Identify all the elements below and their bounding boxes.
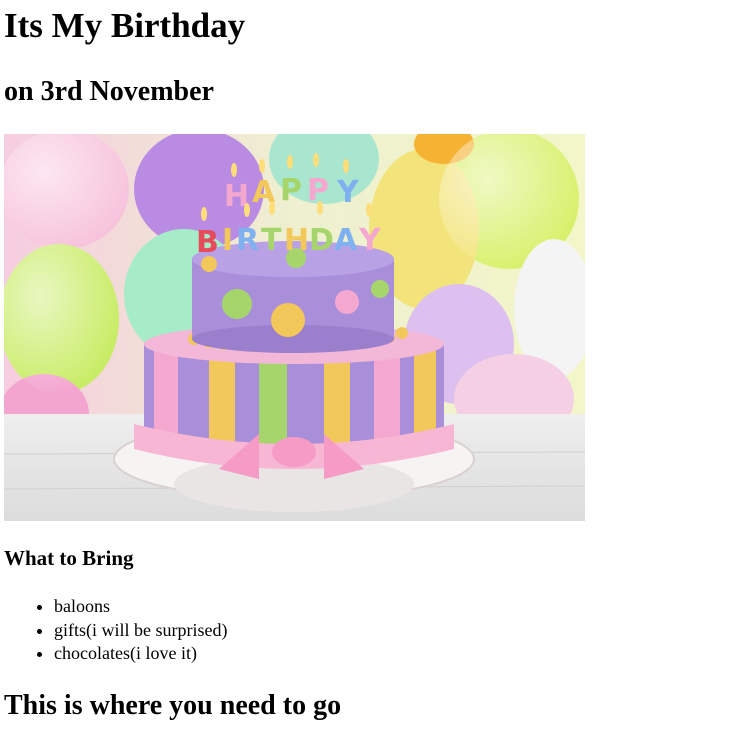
svg-text:H: H	[284, 223, 309, 258]
svg-text:Y: Y	[358, 223, 382, 258]
date-subtitle: on 3rd November	[4, 76, 214, 107]
svg-text:P: P	[280, 173, 302, 208]
svg-text:B: B	[196, 225, 219, 260]
birthday-cake-image: H A P P Y B I R T H D A Y	[4, 134, 585, 521]
bring-list: baloons gifts(i will be surprised) choco…	[4, 595, 227, 666]
svg-text:T: T	[261, 223, 282, 258]
svg-text:P: P	[307, 173, 329, 208]
what-to-bring-heading: What to Bring	[4, 546, 134, 570]
list-item: gifts(i will be surprised)	[54, 619, 227, 643]
svg-text:I: I	[222, 223, 233, 258]
list-item: chocolates(i love it)	[54, 642, 227, 666]
directions-heading: This is where you need to go	[4, 690, 342, 721]
svg-text:Y: Y	[336, 175, 360, 210]
svg-text:D: D	[309, 223, 334, 258]
svg-text:A: A	[334, 223, 358, 258]
svg-text:R: R	[236, 223, 259, 258]
list-item: baloons	[54, 595, 227, 619]
page-title: Its My Birthday	[4, 6, 246, 45]
